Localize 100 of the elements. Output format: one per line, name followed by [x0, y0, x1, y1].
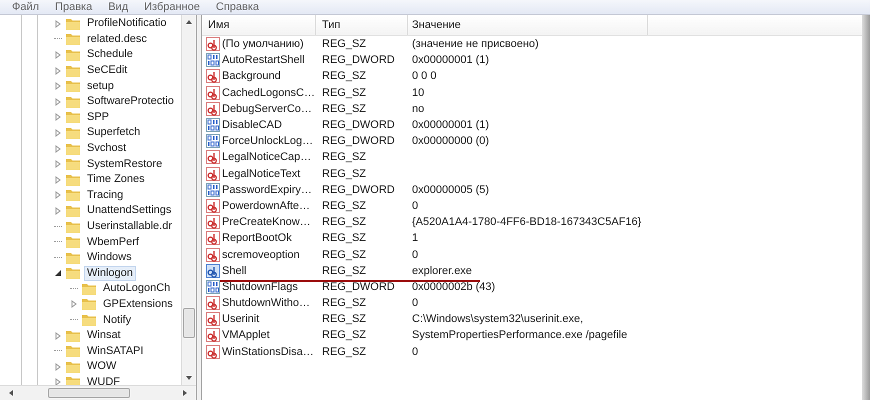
column-header[interactable]: Значение	[408, 15, 648, 35]
tree-item[interactable]: Windows	[84, 250, 135, 266]
expand-arrow-icon[interactable]	[54, 144, 62, 153]
value-name[interactable]: PowerdownAfte…	[222, 200, 310, 212]
folder-icon	[81, 313, 97, 328]
value-name[interactable]: ForceUnlockLog…	[222, 135, 314, 148]
tree-item[interactable]: SystemRestore	[84, 156, 166, 172]
menu-item[interactable]: Справка	[216, 1, 260, 13]
expand-arrow-icon[interactable]	[54, 98, 62, 106]
scroll-thumb[interactable]	[48, 388, 130, 398]
tree-item[interactable]: setup	[84, 78, 117, 94]
folder-icon	[65, 220, 81, 234]
value-type: REG_SZ	[321, 313, 368, 326]
value-name[interactable]: PasswordExpiry…	[222, 184, 312, 196]
tree-item[interactable]: UnattendSettings	[84, 203, 174, 218]
value-data: 10	[411, 86, 424, 99]
value-name[interactable]: scremoveoption	[222, 248, 300, 261]
scroll-left-icon[interactable]	[8, 389, 14, 397]
scroll-thumb[interactable]	[183, 308, 195, 338]
expand-arrow-icon[interactable]	[54, 66, 62, 75]
tree-item[interactable]: Userinstallable.dr	[84, 219, 175, 234]
expand-arrow-icon[interactable]	[54, 50, 62, 59]
expand-arrow-icon[interactable]	[54, 20, 62, 28]
tree-item[interactable]: ProfileNotificatio	[84, 16, 170, 32]
vertical-scrollbar[interactable]	[181, 15, 196, 385]
tree-item[interactable]: GPExtensions	[100, 296, 176, 312]
expand-arrow-icon[interactable]	[54, 128, 62, 137]
tree-item[interactable]: AutoLogonCh	[100, 281, 174, 296]
value-type: REG_DWORD	[321, 54, 396, 66]
column-header[interactable]: Тип	[316, 15, 408, 35]
expand-arrow-icon[interactable]	[54, 362, 62, 371]
value-type: REG_SZ	[321, 216, 368, 228]
expand-arrow-icon[interactable]	[54, 160, 62, 168]
tree-item[interactable]: WinSATAPI	[84, 344, 146, 359]
value-data: 0x00000001 (1)	[411, 119, 490, 132]
expand-arrow-icon[interactable]	[54, 82, 62, 90]
folder-icon	[65, 250, 81, 265]
value-name[interactable]: PreCreateKnow…	[222, 216, 311, 228]
value-name[interactable]: Userinit	[222, 313, 260, 326]
tree-item[interactable]: Svchost	[84, 141, 130, 156]
folder-icon	[65, 266, 81, 280]
value-data: 0x00000001 (1)	[411, 54, 490, 66]
expand-arrow-icon[interactable]	[54, 113, 62, 122]
value-name[interactable]: WinStationsDisa…	[222, 346, 314, 358]
value-type: REG_SZ	[321, 264, 368, 277]
tree-item[interactable]: Winsat	[84, 328, 124, 344]
tree-item[interactable]: related.desc	[84, 32, 150, 47]
tree-item[interactable]: WbemPerf	[84, 234, 142, 250]
expand-arrow-icon[interactable]	[70, 300, 78, 308]
value-name[interactable]: Background	[222, 70, 281, 82]
value-data: no	[411, 102, 424, 115]
menu-item[interactable]: Избранное	[144, 1, 200, 13]
menu-item[interactable]: Файл	[12, 1, 40, 13]
value-type: REG_SZ	[321, 38, 368, 50]
tree-item[interactable]: SoftwareProtectio	[84, 94, 177, 110]
tree-item[interactable]: SPP	[84, 110, 112, 125]
value-name[interactable]: VMApplet	[222, 329, 270, 342]
value-name[interactable]: (По умолчанию)	[222, 38, 304, 50]
tree-item[interactable]: Superfetch	[84, 125, 144, 140]
value-type: REG_SZ	[321, 248, 368, 261]
tree-item[interactable]: Tracing	[84, 188, 126, 203]
value-type: REG_SZ	[321, 151, 368, 164]
expand-arrow-icon[interactable]	[54, 378, 62, 385]
value-name[interactable]: Shell	[222, 264, 246, 277]
tree-item[interactable]: Schedule	[84, 47, 136, 62]
expand-arrow-icon[interactable]	[54, 206, 62, 215]
tree-item[interactable]: Notify	[100, 312, 134, 328]
scroll-down-icon[interactable]	[185, 375, 193, 381]
horizontal-scrollbar[interactable]	[0, 385, 196, 400]
value-name[interactable]: LegalNoticeCap…	[222, 151, 312, 164]
tree-item[interactable]: SeCEdit	[84, 63, 130, 78]
value-type: REG_SZ	[321, 200, 368, 212]
menu-item[interactable]: Правка	[55, 1, 92, 13]
scroll-up-icon[interactable]	[185, 19, 193, 25]
column-header[interactable]: Имя	[202, 15, 316, 35]
tree-item[interactable]: Time Zones	[84, 172, 148, 188]
folder-icon	[65, 235, 81, 250]
value-name[interactable]: ShutdownFlags	[222, 280, 298, 293]
expand-arrow-icon[interactable]	[54, 332, 62, 340]
value-name[interactable]: DisableCAD	[222, 119, 282, 132]
folder-icon	[81, 282, 97, 296]
value-type: REG_DWORD	[321, 119, 396, 132]
value-name[interactable]: CachedLogonsC…	[222, 86, 315, 99]
value-name[interactable]: ReportBootOk	[222, 232, 292, 244]
folder-icon	[81, 297, 97, 312]
value-name[interactable]: DebugServerCo…	[222, 102, 312, 115]
menu-item[interactable]: Вид	[108, 1, 128, 13]
expand-arrow-icon[interactable]	[54, 176, 62, 184]
value-name[interactable]: ShutdownWitho…	[222, 297, 310, 310]
tree-item[interactable]: WUDF	[84, 374, 123, 385]
scroll-right-icon[interactable]	[182, 389, 188, 397]
value-name[interactable]: AutoRestartShell	[222, 54, 305, 66]
value-data: {A520A1A4-1780-4FF6-BD18-167343C5AF16}	[411, 216, 642, 228]
tree-item[interactable]: Winlogon	[84, 266, 136, 281]
expand-arrow-icon[interactable]	[54, 191, 62, 200]
value-data: 0	[411, 297, 418, 310]
folder-icon	[65, 344, 81, 358]
tree-item[interactable]: WOW	[84, 359, 120, 374]
collapse-arrow-icon[interactable]	[54, 269, 62, 278]
value-name[interactable]: LegalNoticeText	[222, 168, 300, 180]
